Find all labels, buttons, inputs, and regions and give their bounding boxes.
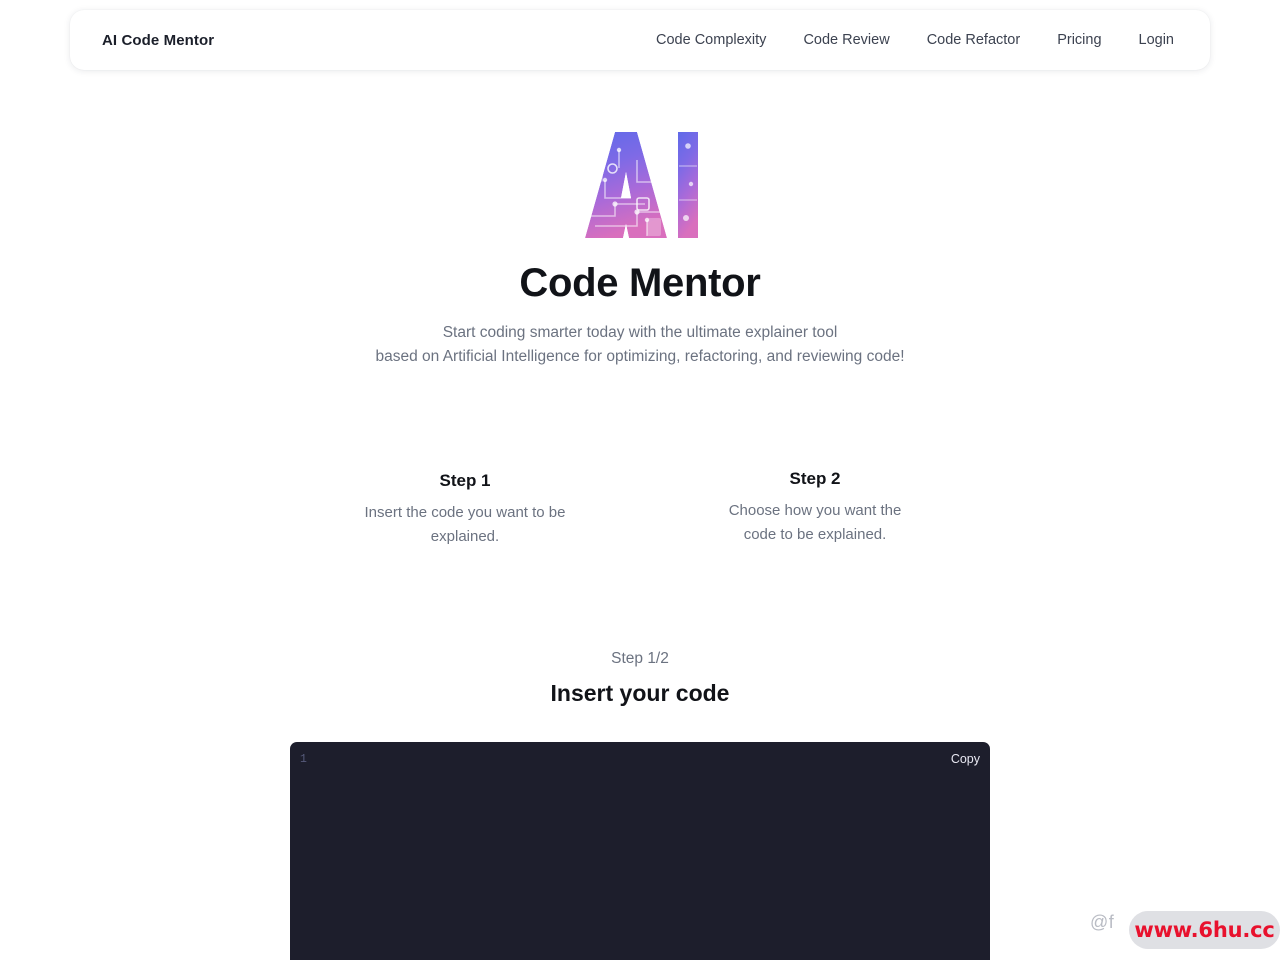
step-2-description: Choose how you want the code to be expla… bbox=[640, 499, 990, 547]
step-2-title: Step 2 bbox=[789, 469, 841, 488]
nav-code-complexity[interactable]: Code Complexity bbox=[656, 32, 766, 48]
hero-subtitle-line-2: based on Artificial Intelligence for opt… bbox=[375, 348, 905, 365]
step-card-1: Step 1 Insert the code you want to be ex… bbox=[290, 466, 640, 549]
step-1-title: Step 1 bbox=[439, 471, 491, 490]
ai-circuit-logo-icon bbox=[585, 132, 698, 238]
page-title: Code Mentor bbox=[519, 261, 761, 305]
brand-logo-text[interactable]: AI Code Mentor bbox=[102, 32, 214, 49]
watermark-pill: www.6hu.cc bbox=[1129, 911, 1280, 949]
step-card-2: Step 2 Choose how you want the code to b… bbox=[640, 466, 990, 549]
nav-pricing[interactable]: Pricing bbox=[1057, 32, 1101, 48]
code-input[interactable] bbox=[324, 751, 980, 960]
watermark-author: @f bbox=[1090, 912, 1115, 932]
nav-login[interactable]: Login bbox=[1139, 32, 1174, 48]
editor-line-number: 1 bbox=[300, 753, 307, 766]
step-counter: Step 1/2 bbox=[611, 650, 669, 667]
watermark-url: www.6hu.cc bbox=[1134, 918, 1275, 942]
steps-section: Step 1 Insert the code you want to be ex… bbox=[0, 466, 1280, 549]
header-card: AI Code Mentor Code Complexity Code Revi… bbox=[70, 10, 1210, 70]
hero-section: Code Mentor Start coding smarter today w… bbox=[0, 120, 1280, 369]
code-editor[interactable]: 1 Copy bbox=[290, 742, 990, 960]
step-1-description-line-2: explained. bbox=[430, 528, 500, 545]
hero-subtitle: Start coding smarter today with the ulti… bbox=[0, 321, 1280, 369]
copy-button[interactable]: Copy bbox=[945, 749, 986, 769]
step-1-description-line-1: Insert the code you want to be bbox=[364, 504, 566, 521]
nav-code-refactor[interactable]: Code Refactor bbox=[927, 32, 1021, 48]
step-2-description-line-2: code to be explained. bbox=[743, 526, 887, 543]
step-2-description-line-1: Choose how you want the bbox=[728, 502, 902, 519]
main-navigation: Code Complexity Code Review Code Refacto… bbox=[656, 32, 1178, 48]
hero-subtitle-line-1: Start coding smarter today with the ulti… bbox=[442, 324, 838, 341]
nav-code-review[interactable]: Code Review bbox=[803, 32, 889, 48]
ai-logo bbox=[575, 120, 705, 245]
step-indicator-section: Step 1/2 Insert your code bbox=[0, 648, 1280, 707]
code-editor-container: 1 Copy bbox=[290, 742, 990, 960]
insert-code-heading: Insert your code bbox=[550, 680, 730, 706]
step-1-description: Insert the code you want to be explained… bbox=[290, 501, 640, 549]
site-header: AI Code Mentor Code Complexity Code Revi… bbox=[70, 10, 1210, 70]
